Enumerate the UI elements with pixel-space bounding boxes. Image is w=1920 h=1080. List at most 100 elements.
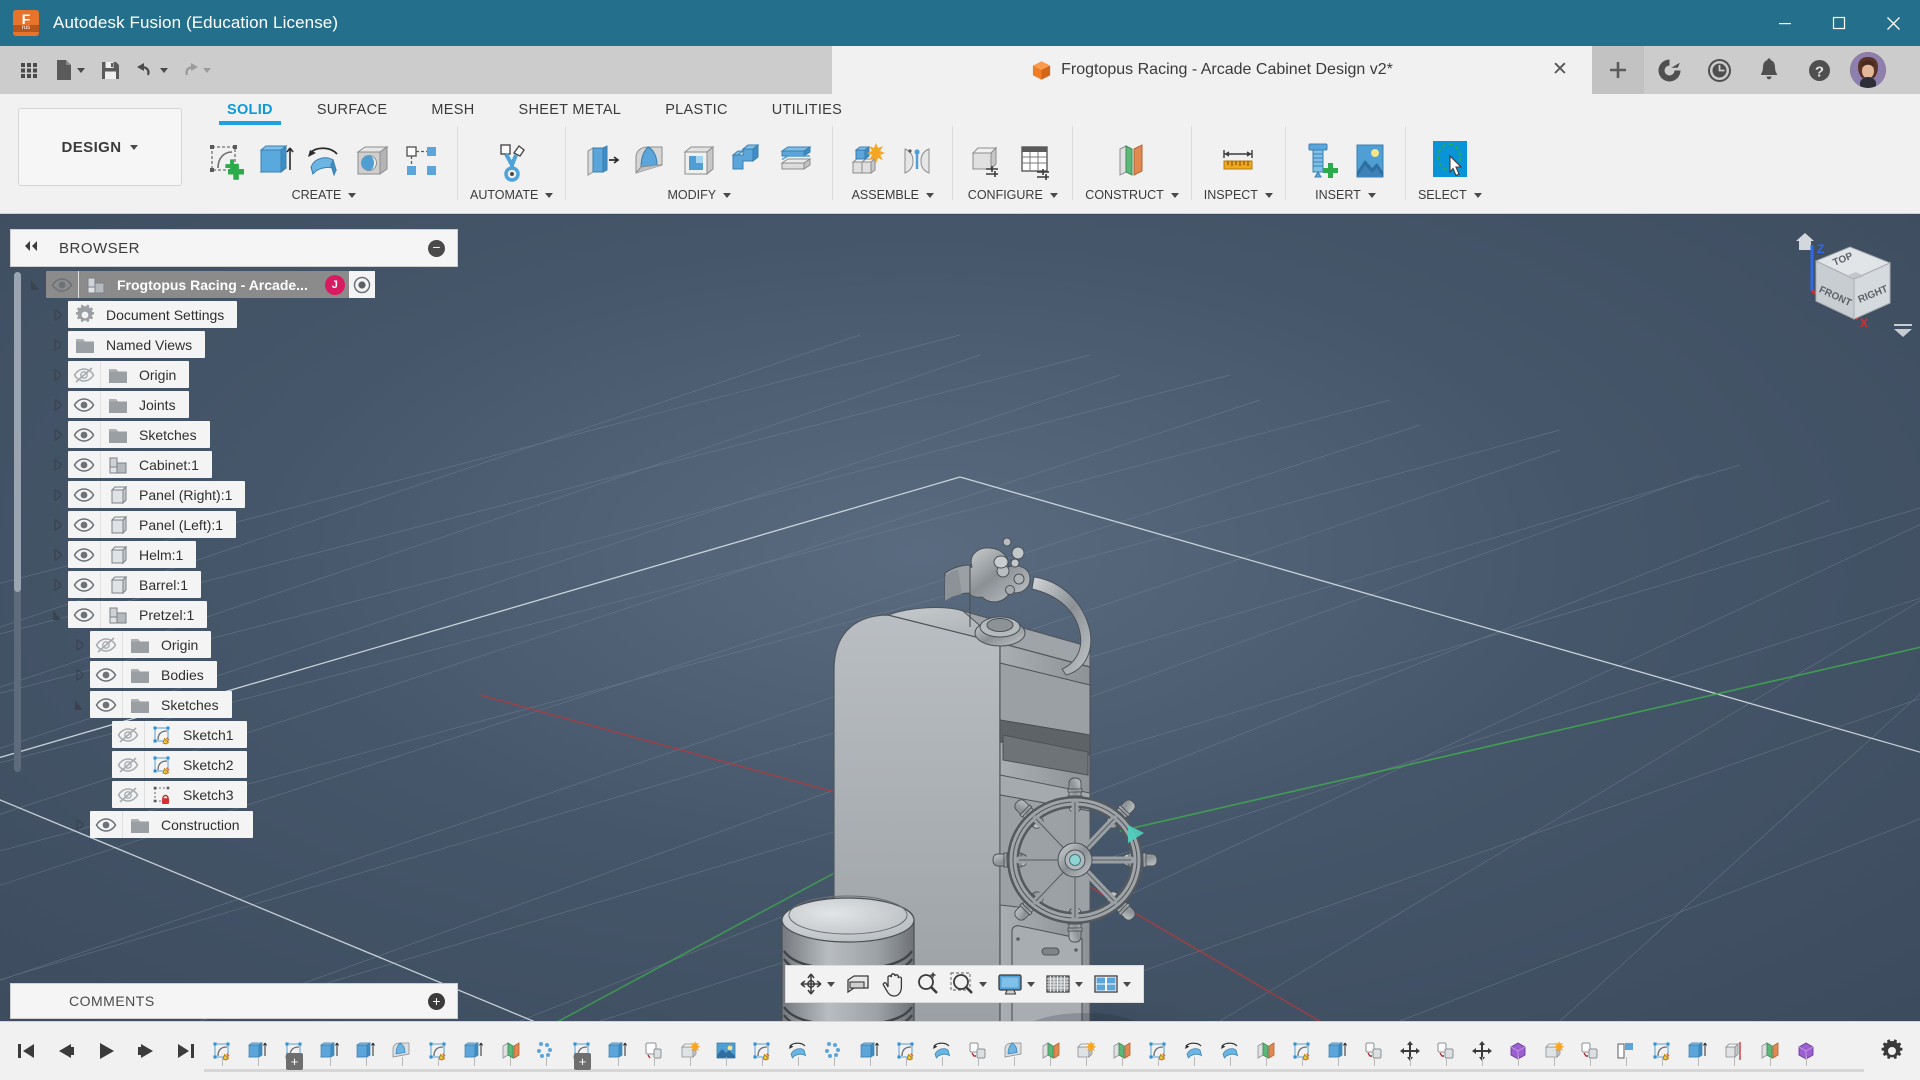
tree-expander-collapsed[interactable]: [46, 360, 68, 389]
fillet-icon[interactable]: [627, 136, 673, 186]
insert-mcmaster-icon[interactable]: [1298, 136, 1344, 186]
step-back-icon[interactable]: [48, 1031, 84, 1071]
construct-plane-icon[interactable]: [1109, 136, 1155, 186]
tree-node[interactable]: Origin: [68, 361, 190, 388]
visibility-toggle-visible[interactable]: [68, 391, 101, 418]
combine-icon[interactable]: [725, 136, 771, 186]
tree-node[interactable]: Sketch2: [112, 751, 247, 778]
tab-utilities[interactable]: UTILITIES: [750, 94, 864, 122]
timeline-feature[interactable]: [240, 1031, 276, 1071]
timeline-feature[interactable]: [744, 1031, 780, 1071]
go-to-beginning-icon[interactable]: [8, 1031, 44, 1071]
timeline-feature[interactable]: [1608, 1031, 1644, 1071]
redo-icon[interactable]: [174, 51, 215, 89]
offset-face-icon[interactable]: [774, 136, 820, 186]
timeline-feature[interactable]: [1572, 1031, 1608, 1071]
timeline-feature[interactable]: [1284, 1031, 1320, 1071]
timeline-feature[interactable]: [1500, 1031, 1536, 1071]
timeline-feature[interactable]: [816, 1031, 852, 1071]
insert-canvas-icon[interactable]: [1347, 136, 1393, 186]
timeline-feature[interactable]: [1068, 1031, 1104, 1071]
tree-node[interactable]: Panel (Right):1: [68, 481, 246, 508]
new-tab-button[interactable]: [1592, 46, 1644, 94]
timeline-feature[interactable]: [1788, 1031, 1824, 1071]
tree-expander-collapsed[interactable]: [68, 660, 90, 689]
timeline-feature[interactable]: [204, 1031, 240, 1071]
ribbon-group-label-configure[interactable]: CONFIGURE: [968, 188, 1058, 202]
ribbon-group-label-select[interactable]: SELECT: [1418, 188, 1482, 202]
ribbon-group-label-inspect[interactable]: INSPECT: [1204, 188, 1273, 202]
timeline-feature[interactable]: [780, 1031, 816, 1071]
create-sketch-icon[interactable]: [203, 136, 249, 186]
timeline-features[interactable]: + +: [204, 1022, 1864, 1080]
browser-collapse-icon[interactable]: [23, 239, 39, 257]
tree-row[interactable]: Frogtopus Racing - Arcade... J: [10, 270, 460, 299]
tree-node[interactable]: Helm:1: [68, 541, 197, 568]
timeline-feature[interactable]: [600, 1031, 636, 1071]
visibility-toggle-visible[interactable]: [68, 571, 101, 598]
add-comment-button[interactable]: +: [428, 992, 445, 1010]
tree-expander-collapsed[interactable]: [68, 810, 90, 839]
press-pull-icon[interactable]: [578, 136, 624, 186]
timeline-feature[interactable]: [924, 1031, 960, 1071]
tree-row[interactable]: Panel (Right):1: [10, 480, 460, 509]
tree-expander-collapsed[interactable]: [46, 390, 68, 419]
collaborator-badge[interactable]: J: [324, 274, 345, 295]
tree-expander-collapsed[interactable]: [46, 540, 68, 569]
hole-icon[interactable]: [350, 136, 396, 186]
automate-icon[interactable]: [489, 136, 535, 186]
tree-node[interactable]: Cabinet:1: [68, 451, 212, 478]
timeline-feature[interactable]: [1680, 1031, 1716, 1071]
close-document-icon[interactable]: ✕: [1550, 60, 1570, 80]
tree-expander-collapsed[interactable]: [46, 450, 68, 479]
maximize-button[interactable]: [1812, 0, 1866, 46]
visibility-toggle-visible[interactable]: [90, 691, 123, 718]
tree-row[interactable]: Construction: [10, 810, 460, 839]
visibility-toggle-hidden[interactable]: [112, 721, 145, 748]
tree-row[interactable]: Named Views: [10, 330, 460, 359]
tree-node[interactable]: Barrel:1: [68, 571, 202, 598]
tree-node[interactable]: Sketches: [68, 421, 210, 448]
timeline-feature[interactable]: [960, 1031, 996, 1071]
timeline-feature[interactable]: [384, 1031, 420, 1071]
tree-row[interactable]: Panel (Left):1: [10, 510, 460, 539]
timeline-group-expand[interactable]: +: [286, 1053, 303, 1070]
tree-node[interactable]: Panel (Left):1: [68, 511, 237, 538]
timeline-feature[interactable]: [708, 1031, 744, 1071]
browser-minimize-button[interactable]: −: [428, 239, 445, 257]
visibility-toggle-visible[interactable]: [68, 481, 101, 508]
ribbon-group-label-assemble[interactable]: ASSEMBLE: [852, 188, 934, 202]
visibility-toggle-visible[interactable]: [46, 271, 79, 298]
timeline-group-expand[interactable]: +: [574, 1053, 591, 1070]
tree-node[interactable]: Bodies: [90, 661, 217, 688]
tree-node[interactable]: Origin: [90, 631, 212, 658]
view-cube[interactable]: Z X TOP FRONT RIGHT: [1786, 223, 1916, 343]
close-button[interactable]: [1866, 0, 1920, 46]
undo-icon[interactable]: [131, 51, 172, 89]
step-forward-icon[interactable]: [128, 1031, 164, 1071]
visibility-toggle-hidden[interactable]: [112, 781, 145, 808]
visibility-toggle-visible[interactable]: [68, 541, 101, 568]
tree-expander[interactable]: [90, 720, 112, 749]
timeline-feature[interactable]: [1716, 1031, 1752, 1071]
configure-table-icon[interactable]: [1014, 136, 1060, 186]
grid-snaps-icon[interactable]: [1041, 968, 1087, 1000]
tree-row[interactable]: Origin: [10, 630, 460, 659]
timeline-feature[interactable]: [1320, 1031, 1356, 1071]
viewports-icon[interactable]: [1089, 968, 1135, 1000]
timeline-feature[interactable]: [1140, 1031, 1176, 1071]
timeline-feature[interactable]: [1644, 1031, 1680, 1071]
app-grid-icon[interactable]: [10, 51, 48, 89]
tree-row[interactable]: Bodies: [10, 660, 460, 689]
tree-row[interactable]: Sketch3: [10, 780, 460, 809]
extrude-icon[interactable]: [252, 136, 298, 186]
orbit-icon[interactable]: [794, 968, 839, 1000]
tab-surface[interactable]: SURFACE: [295, 94, 410, 122]
visibility-toggle-hidden[interactable]: [112, 751, 145, 778]
tree-row[interactable]: Cabinet:1: [10, 450, 460, 479]
visibility-toggle-hidden[interactable]: [68, 361, 101, 388]
timeline-feature[interactable]: +: [564, 1031, 600, 1071]
tree-node[interactable]: Sketch1: [112, 721, 247, 748]
visibility-toggle-visible[interactable]: [90, 811, 123, 838]
tree-node[interactable]: Pretzel:1: [68, 601, 208, 628]
